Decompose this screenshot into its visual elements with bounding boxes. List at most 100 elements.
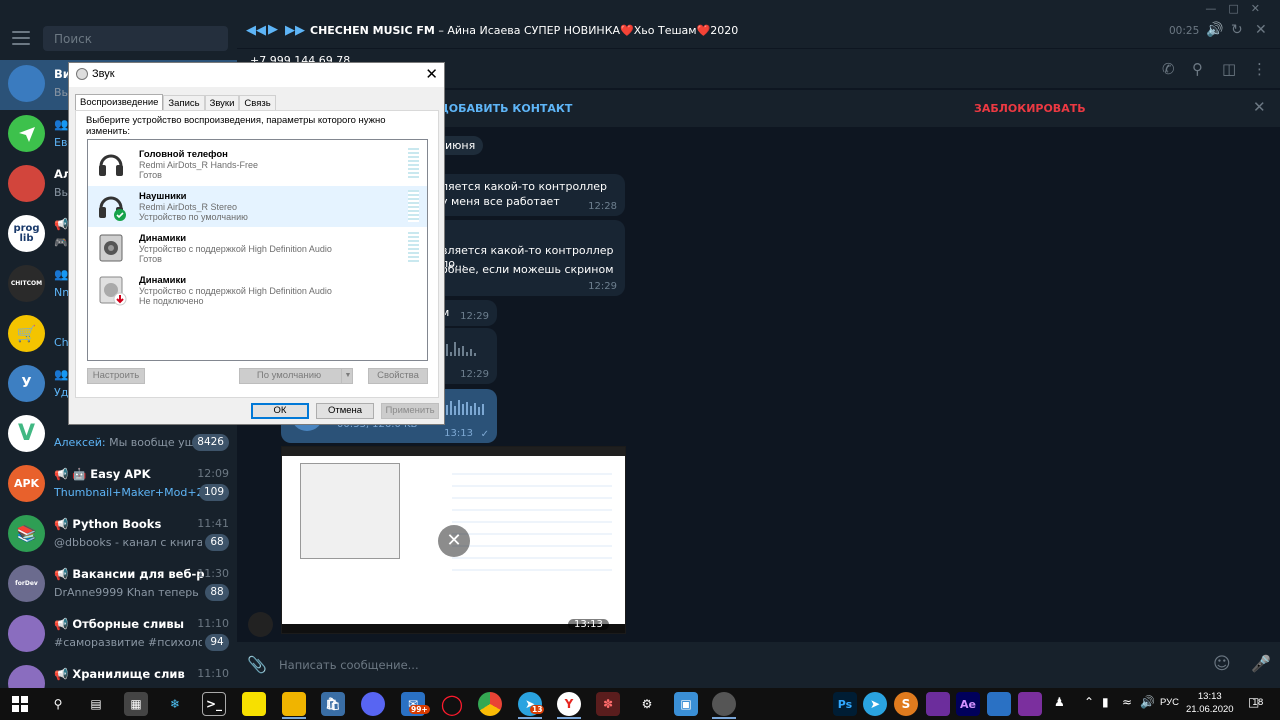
- device-name: Головной телефон: [139, 149, 228, 160]
- tab-sounds[interactable]: Звуки: [204, 95, 240, 111]
- volume-icon[interactable]: 🔊: [1206, 22, 1223, 38]
- message-input[interactable]: Написать сообщение...: [279, 658, 419, 672]
- tool-icon[interactable]: ✽: [596, 692, 620, 716]
- clock[interactable]: 13:13 21.06.2020: [1186, 690, 1234, 716]
- ok-button[interactable]: ОК: [251, 403, 309, 419]
- close-icon[interactable]: ✕: [1255, 22, 1267, 38]
- store-icon[interactable]: 🛍: [321, 692, 345, 716]
- sound-dialog: Звук ✕ Воспроизведение Запись Звуки Связ…: [68, 62, 445, 425]
- after-effects-icon[interactable]: Ae: [956, 692, 980, 716]
- file-explorer-icon[interactable]: [282, 692, 306, 716]
- chevron-down-icon[interactable]: ▼: [341, 369, 354, 383]
- chevron-up-icon[interactable]: ⌃: [1084, 695, 1094, 709]
- window-controls[interactable]: —□✕: [1205, 2, 1272, 15]
- compose-bar: 📎 Написать сообщение... ☺ 🎤: [237, 642, 1280, 688]
- discord-icon[interactable]: [361, 692, 385, 716]
- snowflake-icon[interactable]: ❄: [163, 692, 187, 716]
- visual-studio-icon[interactable]: [926, 692, 950, 716]
- chat-preview: #саморазвитие #психология...: [54, 636, 202, 649]
- set-default-button[interactable]: По умолчанию ▼: [239, 368, 353, 384]
- sound-settings-icon[interactable]: [712, 692, 736, 716]
- properties-button[interactable]: Свойства: [368, 368, 428, 384]
- track-title: CHECHEN MUSIC FM – Айна Исаева СУПЕР НОВ…: [310, 24, 739, 37]
- volume-icon[interactable]: 🔊: [1140, 695, 1155, 709]
- settings-icon[interactable]: ⚙: [635, 692, 659, 716]
- cancel-download-icon[interactable]: ✕: [438, 525, 470, 557]
- chat-item[interactable]: forDev 📢Вакансии для веб-раз... 11:30 Dr…: [0, 560, 237, 610]
- device-item[interactable]: Головной телефон Redmi AirDots_R Hands-F…: [88, 144, 427, 185]
- configure-button[interactable]: Настроить: [87, 368, 145, 384]
- sublime-icon[interactable]: S: [894, 692, 918, 716]
- telegram-tray-icon[interactable]: ➤: [863, 692, 887, 716]
- calculator-icon[interactable]: ▦: [124, 692, 148, 716]
- waveform-icon: [446, 400, 484, 415]
- photoshop-icon[interactable]: Ps: [833, 692, 857, 716]
- chat-title: 📢 Python Books: [54, 517, 162, 531]
- microphone-icon[interactable]: 🎤: [1251, 654, 1271, 673]
- search-input[interactable]: Поиск: [43, 26, 228, 51]
- avatar[interactable]: [248, 612, 273, 637]
- block-button[interactable]: ЗАБЛОКИРОВАТЬ: [974, 102, 1086, 115]
- phone-icon[interactable]: ✆: [1162, 60, 1175, 78]
- dialog-tabs: Воспроизведение Запись Звуки Связь: [75, 94, 276, 112]
- search-icon[interactable]: ⚲: [1192, 60, 1203, 78]
- menu-icon[interactable]: [12, 31, 30, 45]
- message-bubble: ляется какой-то контроллер у меня все ра…: [427, 174, 625, 216]
- yandex-icon[interactable]: Y: [557, 692, 581, 716]
- device-item[interactable]: Динамики Устройство с поддержкой High De…: [88, 228, 427, 269]
- avatar: prog lib: [8, 215, 45, 252]
- apply-button[interactable]: Применить: [381, 403, 439, 419]
- tab-recording[interactable]: Запись: [163, 95, 205, 111]
- task-view-icon[interactable]: ▤: [84, 692, 108, 716]
- play-icon[interactable]: ▶: [268, 22, 278, 37]
- track-time: 00:25: [1169, 25, 1200, 37]
- more-icon[interactable]: ⋮: [1252, 60, 1267, 78]
- console-icon[interactable]: >_: [202, 692, 226, 716]
- close-icon[interactable]: ✕: [1253, 98, 1266, 116]
- megaphone-icon: 📢: [54, 517, 69, 531]
- windows-start-icon[interactable]: [8, 692, 32, 716]
- device-description: Устройство с поддержкой High Definition …: [139, 244, 332, 254]
- level-meter: [408, 148, 419, 180]
- unread-badge: 68: [205, 534, 229, 551]
- cancel-button[interactable]: Отмена: [316, 403, 374, 419]
- headset-icon: [99, 154, 123, 176]
- previous-icon[interactable]: ◀◀: [246, 23, 266, 38]
- network-monitor-icon[interactable]: [987, 692, 1011, 716]
- dialog-titlebar[interactable]: Звук ✕: [69, 63, 444, 87]
- close-icon[interactable]: ✕: [425, 65, 438, 83]
- music-player: ◀◀ ▶ ▶▶ CHECHEN MUSIC FM – Айна Исаева С…: [237, 0, 1280, 48]
- emoji-icon[interactable]: ☺: [1213, 654, 1231, 674]
- app-icon[interactable]: [1018, 692, 1042, 716]
- next-icon[interactable]: ▶▶: [285, 23, 305, 38]
- taskbar: ⚲ ▤ ▦ ❄ >_ 🛍 ✉ 99+ ◯ ➤ 13 Y ✽ ⚙ ▣ Ps ➤ S…: [0, 688, 1280, 720]
- monitor-icon[interactable]: ▣: [674, 692, 698, 716]
- attach-icon[interactable]: 📎: [247, 655, 267, 674]
- battery-icon[interactable]: ▮: [1102, 695, 1109, 709]
- chat-item[interactable]: APK 📢 🤖 Easy APK 12:09 Thumbnail+Maker+Mo…: [0, 460, 237, 510]
- device-item[interactable]: Динамики Устройство с поддержкой High De…: [88, 270, 427, 311]
- sidebar-toggle-icon[interactable]: ◫: [1222, 60, 1236, 78]
- device-name: Наушники: [139, 191, 187, 202]
- chrome-icon[interactable]: [478, 692, 502, 716]
- chat-item[interactable]: 📚 📢 Python Books 11:41 @dbbooks - канал с…: [0, 510, 237, 560]
- language-indicator[interactable]: РУС: [1160, 697, 1179, 708]
- chat-item[interactable]: 📢 Отборные сливы 11:10 #саморазвитие #пси…: [0, 610, 237, 660]
- opera-icon[interactable]: ◯: [440, 692, 464, 716]
- sticky-notes-icon[interactable]: [242, 692, 266, 716]
- add-contact-button[interactable]: ДОБАВИТЬ КОНТАКТ: [439, 102, 572, 115]
- chat-time: 11:30: [197, 567, 229, 580]
- repeat-icon[interactable]: ↻: [1231, 22, 1243, 38]
- chat-title: 📢 🤖 Easy APK: [54, 467, 151, 481]
- avatar: 🛒: [8, 315, 45, 352]
- device-item-selected[interactable]: Наушники Redmi AirDots_R Stereo Устройст…: [88, 186, 427, 227]
- wifi-icon[interactable]: ≈: [1122, 695, 1132, 709]
- message-time: 13:13: [444, 428, 473, 439]
- message-text: у меня все работает: [441, 195, 560, 208]
- level-meter: [408, 190, 419, 222]
- photo-message[interactable]: ✕ 13:13: [281, 446, 626, 634]
- search-icon[interactable]: ⚲: [46, 692, 70, 716]
- tab-communications[interactable]: Связь: [239, 95, 276, 111]
- people-icon[interactable]: ♟: [1054, 695, 1065, 709]
- avatar: [8, 115, 45, 152]
